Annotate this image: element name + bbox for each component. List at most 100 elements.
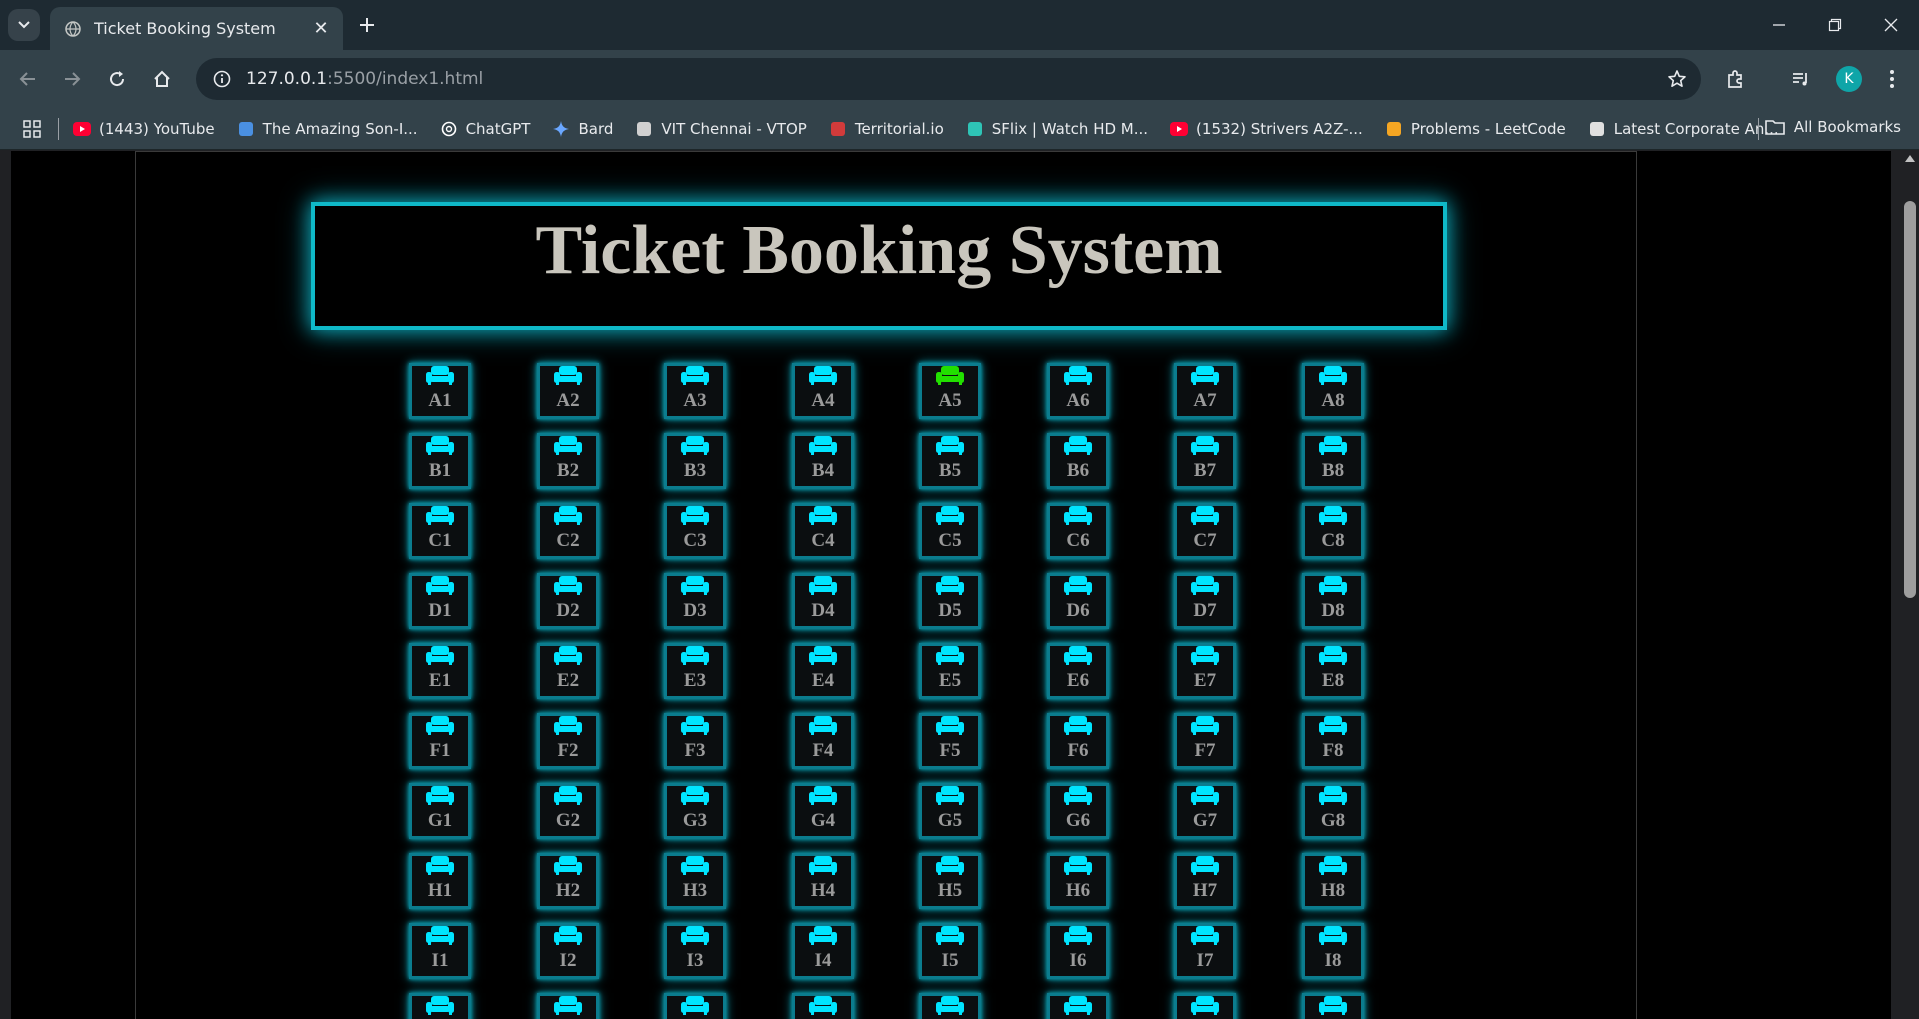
back-button[interactable] xyxy=(12,63,44,95)
scroll-up-arrow-icon[interactable] xyxy=(1905,155,1915,162)
seat-b4[interactable]: B4 xyxy=(792,433,854,489)
seat-i3[interactable]: I3 xyxy=(664,923,726,979)
seat-d4[interactable]: D4 xyxy=(792,573,854,629)
seat-d2[interactable]: D2 xyxy=(537,573,599,629)
site-info-icon[interactable] xyxy=(208,65,236,93)
seat-d6[interactable]: D6 xyxy=(1047,573,1109,629)
seat-j2[interactable] xyxy=(537,993,599,1019)
seat-f3[interactable]: F3 xyxy=(664,713,726,769)
seat-a5[interactable]: A5 xyxy=(919,363,981,419)
minimize-button[interactable] xyxy=(1751,0,1807,50)
seat-f4[interactable]: F4 xyxy=(792,713,854,769)
seat-i1[interactable]: I1 xyxy=(409,923,471,979)
bookmark-item[interactable]: Bard xyxy=(552,120,613,138)
seat-h7[interactable]: H7 xyxy=(1174,853,1236,909)
seat-j7[interactable] xyxy=(1174,993,1236,1019)
seat-c4[interactable]: C4 xyxy=(792,503,854,559)
seat-i6[interactable]: I6 xyxy=(1047,923,1109,979)
seat-b7[interactable]: B7 xyxy=(1174,433,1236,489)
seat-h4[interactable]: H4 xyxy=(792,853,854,909)
seat-d3[interactable]: D3 xyxy=(664,573,726,629)
seat-c5[interactable]: C5 xyxy=(919,503,981,559)
seat-a1[interactable]: A1 xyxy=(409,363,471,419)
seat-g3[interactable]: G3 xyxy=(664,783,726,839)
bookmark-item[interactable]: ChatGPT xyxy=(440,120,530,138)
seat-a2[interactable]: A2 xyxy=(537,363,599,419)
forward-button[interactable] xyxy=(56,63,88,95)
seat-f2[interactable]: F2 xyxy=(537,713,599,769)
home-button[interactable] xyxy=(146,63,178,95)
bookmark-item[interactable]: (1532) Strivers A2Z-... xyxy=(1170,120,1363,138)
seat-b3[interactable]: B3 xyxy=(664,433,726,489)
bookmark-item[interactable]: VIT Chennai - VTOP xyxy=(635,120,807,138)
browser-menu-button[interactable] xyxy=(1876,63,1908,95)
restore-button[interactable] xyxy=(1807,0,1863,50)
seat-f5[interactable]: F5 xyxy=(919,713,981,769)
seat-e5[interactable]: E5 xyxy=(919,643,981,699)
seat-h8[interactable]: H8 xyxy=(1302,853,1364,909)
seat-b5[interactable]: B5 xyxy=(919,433,981,489)
profile-avatar[interactable]: K xyxy=(1836,66,1862,92)
seat-i7[interactable]: I7 xyxy=(1174,923,1236,979)
seat-g8[interactable]: G8 xyxy=(1302,783,1364,839)
seat-i4[interactable]: I4 xyxy=(792,923,854,979)
seat-f6[interactable]: F6 xyxy=(1047,713,1109,769)
seat-h5[interactable]: H5 xyxy=(919,853,981,909)
seat-e4[interactable]: E4 xyxy=(792,643,854,699)
seat-i5[interactable]: I5 xyxy=(919,923,981,979)
seat-b8[interactable]: B8 xyxy=(1302,433,1364,489)
seat-b2[interactable]: B2 xyxy=(537,433,599,489)
seat-h6[interactable]: H6 xyxy=(1047,853,1109,909)
seat-a7[interactable]: A7 xyxy=(1174,363,1236,419)
seat-h2[interactable]: H2 xyxy=(537,853,599,909)
seat-c7[interactable]: C7 xyxy=(1174,503,1236,559)
reload-button[interactable] xyxy=(101,63,133,95)
seat-j5[interactable] xyxy=(919,993,981,1019)
seat-a8[interactable]: A8 xyxy=(1302,363,1364,419)
tab-close-icon[interactable]: ✕ xyxy=(311,18,331,39)
tab-search-button[interactable] xyxy=(8,9,40,41)
seat-c2[interactable]: C2 xyxy=(537,503,599,559)
seat-f8[interactable]: F8 xyxy=(1302,713,1364,769)
seat-f7[interactable]: F7 xyxy=(1174,713,1236,769)
seat-g5[interactable]: G5 xyxy=(919,783,981,839)
seat-a3[interactable]: A3 xyxy=(664,363,726,419)
media-controls-button[interactable] xyxy=(1785,63,1817,95)
bookmark-item[interactable]: Problems - LeetCode xyxy=(1385,120,1566,138)
all-bookmarks-button[interactable]: All Bookmarks xyxy=(1765,118,1901,136)
seat-a6[interactable]: A6 xyxy=(1047,363,1109,419)
bookmark-star-icon[interactable] xyxy=(1663,65,1691,93)
address-bar[interactable]: 127.0.0.1:5500/index1.html xyxy=(196,58,1701,100)
seat-c6[interactable]: C6 xyxy=(1047,503,1109,559)
seat-j1[interactable] xyxy=(409,993,471,1019)
seat-d7[interactable]: D7 xyxy=(1174,573,1236,629)
seat-g1[interactable]: G1 xyxy=(409,783,471,839)
seat-e2[interactable]: E2 xyxy=(537,643,599,699)
scrollbar-thumb[interactable] xyxy=(1904,201,1916,598)
vertical-scrollbar[interactable] xyxy=(1901,151,1919,1019)
bookmark-item[interactable]: Territorial.io xyxy=(829,120,944,138)
seat-d5[interactable]: D5 xyxy=(919,573,981,629)
seat-j8[interactable] xyxy=(1302,993,1364,1019)
seat-c3[interactable]: C3 xyxy=(664,503,726,559)
seat-d8[interactable]: D8 xyxy=(1302,573,1364,629)
seat-g6[interactable]: G6 xyxy=(1047,783,1109,839)
seat-j3[interactable] xyxy=(664,993,726,1019)
seat-h1[interactable]: H1 xyxy=(409,853,471,909)
apps-icon[interactable] xyxy=(20,117,44,141)
seat-e3[interactable]: E3 xyxy=(664,643,726,699)
bookmark-item[interactable]: The Amazing Son-I... xyxy=(237,120,418,138)
seat-e6[interactable]: E6 xyxy=(1047,643,1109,699)
bookmark-item[interactable]: Latest Corporate An... xyxy=(1588,120,1779,138)
seat-c8[interactable]: C8 xyxy=(1302,503,1364,559)
new-tab-button[interactable] xyxy=(352,10,382,40)
seat-i2[interactable]: I2 xyxy=(537,923,599,979)
active-tab[interactable]: Ticket Booking System ✕ xyxy=(50,7,343,50)
seat-j4[interactable] xyxy=(792,993,854,1019)
bookmark-item[interactable]: SFlix | Watch HD M... xyxy=(966,120,1148,138)
seat-b6[interactable]: B6 xyxy=(1047,433,1109,489)
seat-c1[interactable]: C1 xyxy=(409,503,471,559)
seat-g7[interactable]: G7 xyxy=(1174,783,1236,839)
seat-e8[interactable]: E8 xyxy=(1302,643,1364,699)
close-window-button[interactable] xyxy=(1863,0,1919,50)
